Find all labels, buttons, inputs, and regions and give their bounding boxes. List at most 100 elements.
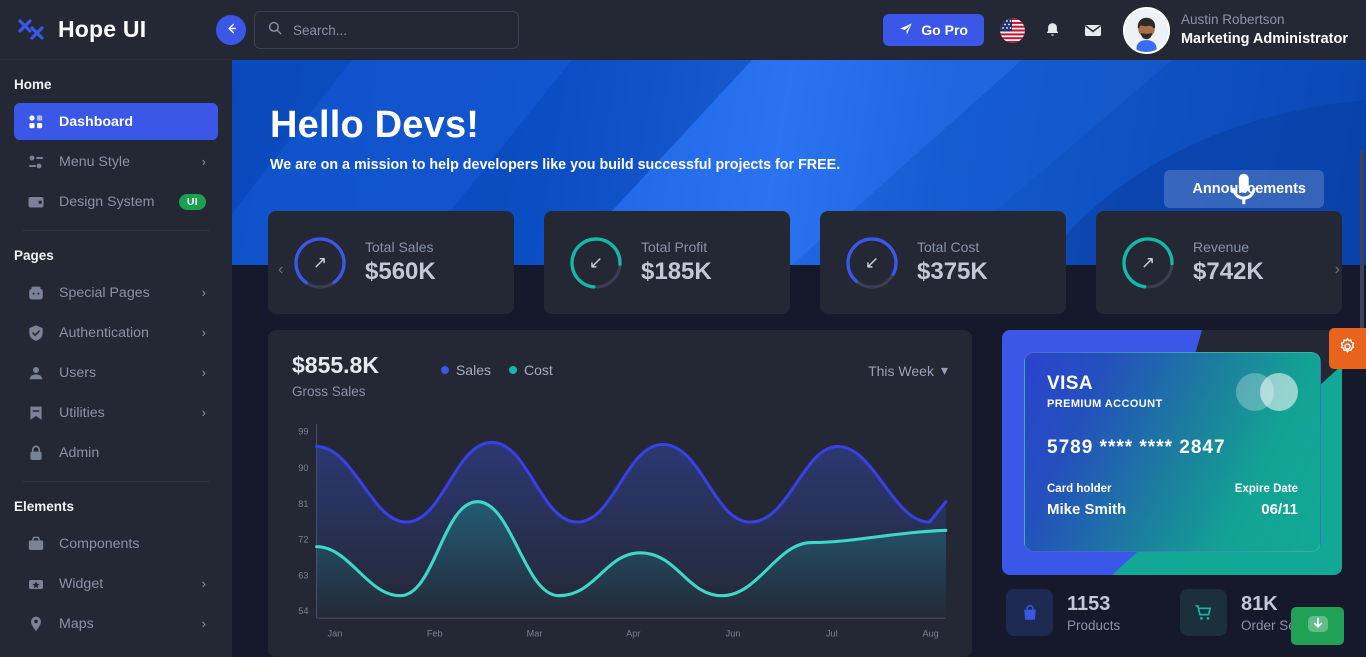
stat-value: $560K	[365, 258, 436, 285]
stat-card-total-profit[interactable]: ↙ Total Profit $185K	[544, 211, 790, 314]
stat-card-revenue[interactable]: ↗ Revenue $742K	[1096, 211, 1342, 314]
scrollbar-thumb[interactable]	[1360, 150, 1364, 330]
nav-section-elements: Elements Components Widget › Maps ›	[0, 482, 232, 642]
announcements-button[interactable]: Announcements	[1164, 170, 1324, 208]
sidebar-item-label: Design System	[59, 193, 155, 210]
go-pro-button[interactable]: Go Pro	[883, 14, 984, 46]
nav-section-title-elements: Elements	[14, 499, 75, 514]
arrow-down-left-icon: ↙	[588, 252, 604, 272]
search-box[interactable]	[254, 11, 519, 49]
svg-text:63: 63	[298, 570, 308, 580]
stat-text: Total Profit $185K	[641, 239, 712, 286]
mini-stat-label: Products	[1067, 617, 1121, 633]
nav-section-title-pages: Pages	[14, 248, 54, 263]
sidebar-item-dashboard[interactable]: Dashboard	[14, 103, 218, 140]
sidebar-item-design-system[interactable]: Design System UI	[14, 183, 218, 220]
chevron-right-icon: ›	[201, 285, 206, 300]
download-button[interactable]	[1291, 607, 1344, 645]
mini-stat-text: 1153 Products	[1067, 593, 1120, 633]
sidebar-item-label: Components	[59, 535, 140, 552]
card-holder-block: Card holder Mike Smith	[1047, 483, 1126, 518]
sidebar-item-users[interactable]: Users ›	[14, 354, 218, 391]
hope-ui-logo-icon	[16, 15, 46, 45]
chevron-down-icon: ▾	[940, 362, 948, 378]
card-top: VISA PREMIUM ACCOUNT	[1047, 373, 1298, 411]
svg-text:Jul: Jul	[826, 629, 838, 639]
svg-text:99: 99	[298, 426, 308, 436]
svg-text:Feb: Feb	[427, 629, 443, 639]
sidebar: Hope UI Home Dashboard Menu Style › Desi…	[0, 0, 232, 657]
sidebar-item-label: Menu Style	[59, 153, 130, 170]
avatar	[1122, 6, 1170, 54]
sidebar-item-label: Utilities	[59, 404, 105, 421]
carousel-prev-button[interactable]: ‹	[278, 261, 283, 279]
app-root: Hope UI Home Dashboard Menu Style › Desi…	[0, 0, 1366, 657]
wallet-icon	[26, 192, 46, 212]
sidebar-item-admin[interactable]: Admin	[14, 434, 218, 471]
user-info: Austin Robertson Marketing Administrator	[1181, 11, 1348, 48]
right-column: VISA PREMIUM ACCOUNT 5789 **** **** 2847	[1002, 330, 1342, 657]
stat-label: Revenue	[1193, 239, 1250, 255]
mini-stat-products[interactable]: 1153 Products	[1006, 589, 1164, 636]
gift-icon	[26, 283, 46, 303]
svg-text:Jan: Jan	[328, 629, 343, 639]
stat-card-total-cost[interactable]: ↙ Total Cost $375K	[820, 211, 1066, 314]
sidebar-item-authentication[interactable]: Authentication ›	[14, 314, 218, 351]
legend-dot	[509, 366, 517, 374]
card-holder-name: Mike Smith	[1047, 501, 1127, 518]
chevron-right-icon: ›	[201, 325, 206, 340]
envelope-icon[interactable]	[1081, 18, 1105, 42]
grid-icon	[26, 112, 46, 132]
bell-icon[interactable]	[1041, 18, 1065, 42]
card-brand: VISA	[1047, 373, 1093, 394]
chart-range-dropdown[interactable]: This Week ▾	[868, 362, 948, 379]
gear-icon	[1338, 337, 1357, 361]
stat-value: $742K	[1193, 258, 1264, 285]
user-menu[interactable]: Austin Robertson Marketing Administrator	[1122, 6, 1348, 54]
sliders-icon	[26, 152, 46, 172]
search-input[interactable]	[293, 22, 506, 38]
users-icon	[26, 363, 46, 383]
sidebar-item-utilities[interactable]: Utilities ›	[14, 394, 218, 431]
sidebar-item-components[interactable]: Components	[14, 525, 218, 562]
sidebar-item-label: Dashboard	[59, 113, 134, 130]
sidebar-item-label: Maps	[59, 615, 94, 632]
legend-item-cost: Cost	[509, 362, 553, 378]
stat-value: $375K	[917, 258, 988, 285]
sidebar-item-special-pages[interactable]: Special Pages ›	[14, 274, 218, 311]
topbar-right: Go Pro Austin Robertson Marketing Admini…	[883, 6, 1348, 54]
chart-header: $855.8K Gross Sales Sales Cost This Week…	[292, 352, 948, 399]
legend-label: Cost	[524, 362, 553, 378]
sidebar-item-maps[interactable]: Maps ›	[14, 605, 218, 642]
progress-ring: ↗	[292, 235, 348, 291]
carousel-next-button[interactable]: ›	[1335, 261, 1340, 279]
stat-card-total-sales[interactable]: ↗ Total Sales $560K	[268, 211, 514, 314]
legend-dot	[440, 366, 449, 374]
chart-range-label: This Week	[868, 362, 934, 379]
brand-name: Hope UI	[58, 16, 147, 42]
settings-panel-button[interactable]	[1329, 328, 1366, 369]
svg-text:Apr: Apr	[626, 629, 640, 639]
nav-section-pages: Pages Special Pages › Authentication › U…	[0, 231, 232, 482]
card-account-type: PREMIUM ACCOUNT	[1047, 398, 1163, 410]
stat-label: Total Sales	[365, 239, 434, 255]
sidebar-item-widget[interactable]: Widget ›	[14, 565, 218, 602]
nav-section-home: Home Dashboard Menu Style › Design Syste…	[0, 60, 232, 231]
user-role: Marketing Administrator	[1180, 30, 1348, 47]
chevron-right-icon: ›	[201, 154, 206, 169]
sidebar-item-label: Users	[59, 364, 97, 381]
stat-label: Total Profit	[641, 239, 708, 255]
arrow-down-left-icon: ↙	[864, 252, 880, 272]
credit-card[interactable]: VISA PREMIUM ACCOUNT 5789 **** **** 2847	[1024, 352, 1321, 552]
sidebar-item-menu-style[interactable]: Menu Style ›	[14, 143, 218, 180]
usa-flag-icon[interactable]	[999, 17, 1025, 43]
sidebar-collapse-button[interactable]	[216, 15, 246, 45]
legend-label: Sales	[455, 362, 491, 378]
svg-text:72: 72	[298, 535, 308, 545]
main-content: Go Pro	[232, 0, 1366, 657]
brand[interactable]: Hope UI	[0, 0, 232, 60]
gross-sales-label: Gross Sales	[292, 384, 366, 399]
progress-ring: ↙	[844, 235, 900, 291]
bag-icon	[1006, 589, 1053, 636]
credit-card-widget: VISA PREMIUM ACCOUNT 5789 **** **** 2847	[1002, 330, 1342, 575]
